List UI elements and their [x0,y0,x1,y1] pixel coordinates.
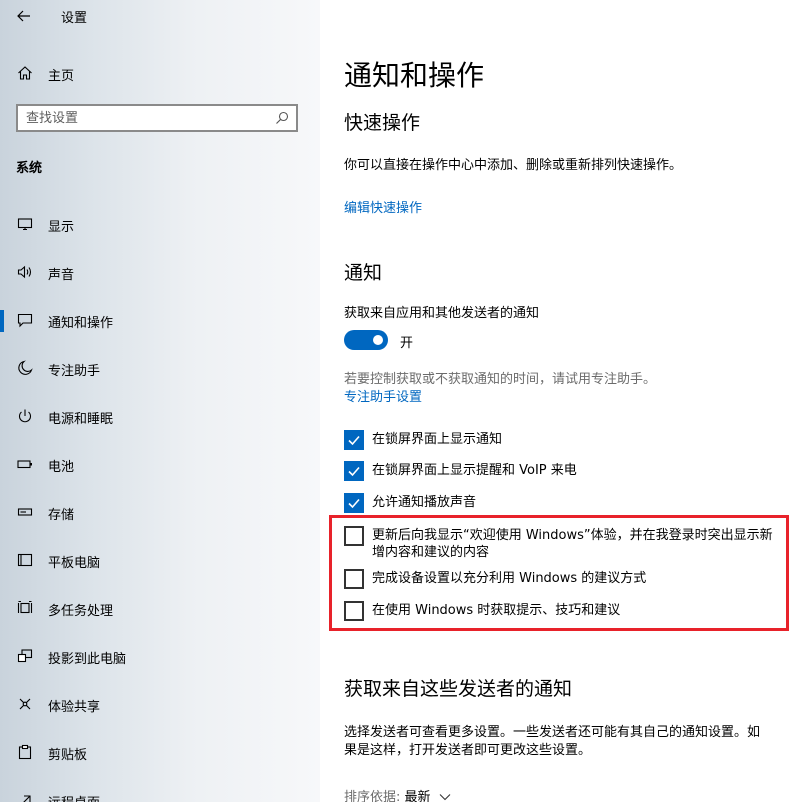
senders-description-line1: 选择发送者可查看更多设置。一些发送者还可能有其自己的通知设置。如 [344,725,761,740]
notifications-toggle-label: 获取来自应用和其他发送者的通知 [344,306,540,321]
sort-by-control[interactable]: 排序依据: 最新 [344,786,451,802]
share-icon [16,695,34,713]
sidebar-item-sound[interactable]: 声音 [0,254,320,290]
sort-by-label: 排序依据: [344,790,401,802]
search-box[interactable] [16,104,298,132]
toggle-knob [373,335,383,345]
notifications-heading: 通知 [344,262,383,284]
checkbox[interactable] [344,430,364,450]
notification-icon [16,311,34,329]
sidebar-item-shared-experiences[interactable]: 体验共享 [0,686,320,722]
home-icon [16,64,34,82]
sidebar-item-label: 远程桌面 [48,792,100,802]
tablet-icon [16,551,34,569]
sidebar-section-title: 系统 [16,161,43,176]
back-button[interactable] [8,4,40,28]
chevron-down-icon [439,794,451,801]
search-icon[interactable] [274,110,290,126]
checkmark-icon [348,466,360,477]
battery-icon [16,455,34,473]
sidebar-home-label: 主页 [48,69,75,84]
power-icon [16,407,34,425]
sidebar-item-label: 电池 [48,460,75,475]
sidebar-item-label: 多任务处理 [48,604,114,619]
project-icon [16,647,34,665]
remote-desktop-icon [16,791,34,802]
sidebar-item-remote-desktop[interactable]: 远程桌面 [0,782,320,802]
sidebar-item-project[interactable]: 投影到此电脑 [0,638,320,674]
quick-actions-heading: 快速操作 [344,112,421,134]
edit-quick-actions-link[interactable]: 编辑快速操作 [344,197,422,216]
focus-assist-settings-link[interactable]: 专注助手设置 [344,386,422,405]
sidebar-item-label: 显示 [48,220,75,235]
sidebar-item-storage[interactable]: 存储 [0,494,320,530]
sidebar-item-battery[interactable]: 电池 [0,446,320,482]
quick-actions-description: 你可以直接在操作中心中添加、删除或重新排列快速操作。 [344,158,683,173]
sidebar-item-label: 通知和操作 [48,316,114,331]
sidebar-item-label: 声音 [48,268,75,283]
checkbox[interactable] [344,461,364,481]
toggle-state-label: 开 [400,336,414,351]
back-arrow-icon [17,10,30,22]
sidebar-item-power[interactable]: 电源和睡眠 [0,398,320,434]
sidebar: 设置 主页 系统 显示 声音 通知和操作 专注助手 电源和睡眠 电池 [0,0,320,802]
focus-assist-hint: 若要控制获取或不获取通知的时间，请试用专注助手。 [344,372,657,387]
checkbox-label: 在锁屏界面上显示通知 [372,432,503,447]
page-title: 通知和操作 [344,59,485,92]
sidebar-item-home[interactable]: 主页 [0,58,320,88]
sidebar-item-clipboard[interactable]: 剪贴板 [0,734,320,770]
app-title: 设置 [61,11,88,26]
sidebar-item-label: 专注助手 [48,364,101,379]
sort-by-value: 最新 [404,790,431,802]
highlight-box [329,515,789,631]
sidebar-item-label: 平板电脑 [48,556,101,571]
sidebar-item-label: 存储 [48,508,75,523]
multitask-icon [16,599,34,617]
checkbox-label: 允许通知播放声音 [372,495,477,510]
moon-icon [16,359,34,377]
sidebar-item-label: 体验共享 [48,700,101,715]
sidebar-item-focus-assist[interactable]: 专注助手 [0,350,320,386]
sidebar-item-tablet[interactable]: 平板电脑 [0,542,320,578]
sidebar-item-label: 投影到此电脑 [48,652,127,667]
checkmark-icon [348,435,360,446]
sidebar-item-notifications[interactable]: 通知和操作 [0,302,320,338]
clipboard-icon [16,743,34,761]
search-input[interactable] [26,109,266,127]
main-content: 通知和操作 快速操作 你可以直接在操作中心中添加、删除或重新排列快速操作。 编辑… [320,0,806,802]
sidebar-item-label: 电源和睡眠 [48,412,114,427]
sidebar-item-label: 剪贴板 [48,748,88,763]
checkmark-icon [348,498,360,509]
sidebar-item-display[interactable]: 显示 [0,206,320,242]
checkbox[interactable] [344,493,364,513]
storage-icon [16,503,34,521]
sidebar-item-multitasking[interactable]: 多任务处理 [0,590,320,626]
senders-heading: 获取来自这些发送者的通知 [344,678,573,700]
senders-description-line2: 果是这样，打开发送者即可更改这些设置。 [344,743,592,758]
title-bar: 设置 [0,0,320,32]
speaker-icon [16,263,34,281]
checkbox-label: 在锁屏界面上显示提醒和 VoIP 来电 [372,463,577,478]
notifications-toggle[interactable] [344,330,388,350]
monitor-icon [16,215,34,233]
